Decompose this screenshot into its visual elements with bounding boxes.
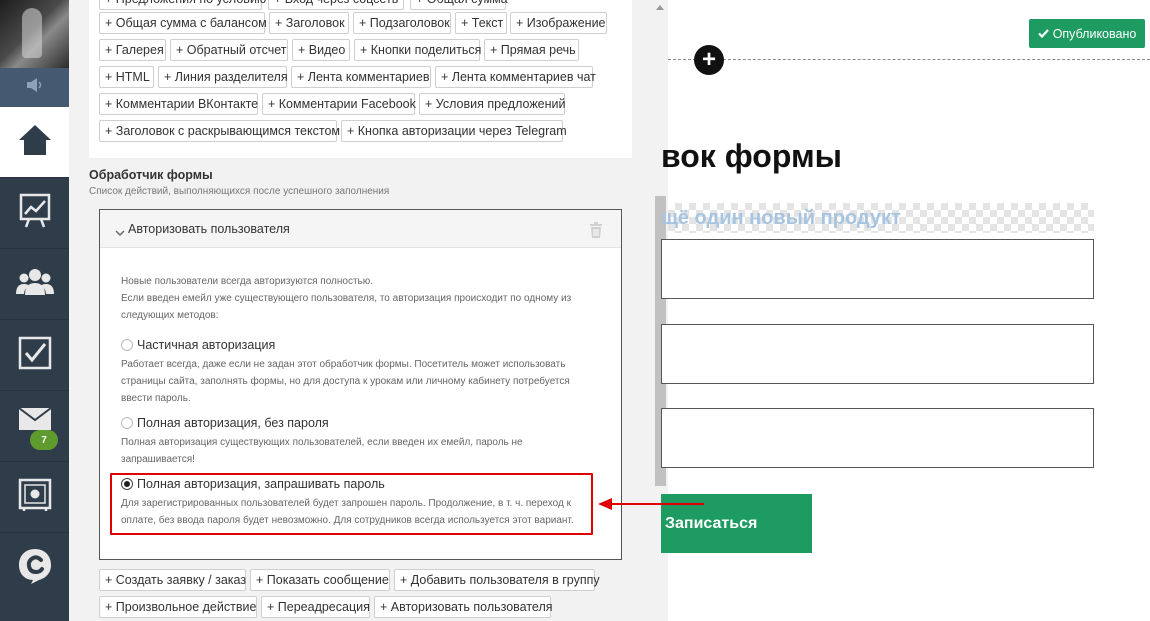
block-chip[interactable]: + Комментарии ВКонтакте	[99, 93, 258, 115]
chevron-down-icon[interactable]	[115, 224, 125, 242]
speaker-icon	[25, 77, 45, 98]
plus-icon: +	[701, 46, 716, 73]
section-divider	[668, 59, 1150, 60]
block-chip[interactable]: + Галерея	[99, 39, 166, 61]
submit-label: Записаться	[665, 514, 758, 532]
block-chip[interactable]: + Обратный отсчет	[170, 39, 288, 61]
auth-intro-text: Если введен емейл уже существующего поль…	[121, 293, 572, 304]
add-block-button[interactable]: +	[694, 45, 724, 75]
add-action-chip[interactable]: + Показать сообщение	[250, 569, 390, 591]
scroll-up-icon[interactable]	[656, 5, 664, 10]
trash-icon[interactable]	[589, 222, 603, 243]
sidebar-item-users[interactable]	[0, 249, 69, 320]
option-description: ввести пароль.	[121, 393, 191, 404]
home-icon	[17, 123, 53, 162]
auth-intro-text: Новые пользователи всегда авторизуются п…	[121, 276, 374, 287]
radio-button[interactable]	[121, 339, 133, 351]
notifications-toggle[interactable]	[0, 68, 69, 107]
product-name-text: щё один новый продукт	[661, 207, 901, 229]
selection-highlight	[110, 473, 593, 535]
option-description: запрашивается!	[121, 454, 195, 465]
block-chip[interactable]: + Кнопки поделиться	[354, 39, 481, 61]
block-chip[interactable]: + Линия разделителя	[158, 66, 288, 88]
checkbox-icon	[18, 336, 52, 375]
auth-option-no-password[interactable]: Полная авторизация, без пароля	[121, 416, 329, 430]
sidebar-item-tasks[interactable]	[0, 320, 69, 391]
users-icon	[15, 267, 54, 302]
form-handler-subtitle: Список действий, выполняющихся после усп…	[89, 186, 390, 197]
annotation-arrow-head	[598, 498, 612, 510]
block-chip[interactable]: + Лента комментариев чат	[435, 66, 596, 88]
block-chip[interactable]: + Комментарии Facebook	[262, 93, 416, 115]
form-input-field[interactable]	[661, 239, 1094, 299]
avatar[interactable]	[0, 0, 69, 68]
block-chip[interactable]: + Условия предложений	[419, 93, 566, 115]
checkmark-icon	[1037, 27, 1049, 41]
add-action-chip[interactable]: + Добавить пользователя в группу	[394, 569, 600, 591]
add-action-chip[interactable]: + Произвольное действие	[99, 596, 257, 618]
action-header[interactable]: Авторизовать пользователя	[100, 210, 621, 248]
block-chip[interactable]: + Видео	[292, 39, 350, 61]
add-action-chip[interactable]: + Переадресация	[261, 596, 370, 618]
block-chip[interactable]: + Заголовок	[269, 12, 349, 34]
option-label: Частичная авторизация	[137, 338, 276, 352]
form-heading: вок формы	[661, 138, 842, 174]
auth-option-partial[interactable]: Частичная авторизация	[121, 338, 275, 352]
published-status-button[interactable]: Опубликовано	[1029, 19, 1145, 48]
safe-icon	[18, 478, 52, 517]
block-chip[interactable]: + HTML	[99, 66, 154, 88]
block-chip[interactable]: + Прямая речь	[484, 39, 579, 61]
add-action-chip[interactable]: + Создать заявку / заказ	[99, 569, 246, 591]
block-chip[interactable]: + Предложения по условию	[99, 0, 266, 10]
annotation-arrow	[612, 503, 704, 505]
block-chip[interactable]: + Общая сумма	[410, 0, 508, 10]
left-sidebar: 7	[0, 0, 69, 621]
block-chip[interactable]: + Подзаголовок	[353, 12, 451, 34]
block-chip[interactable]: + Кнопка авторизации через Telegram	[341, 120, 567, 142]
sidebar-item-brand[interactable]	[0, 533, 69, 604]
option-description: Полная авторизация существующих пользова…	[121, 437, 523, 448]
sidebar-item-analytics[interactable]	[0, 178, 69, 249]
block-chip[interactable]: + Заголовок с раскрывающимся текстом	[99, 120, 340, 142]
sidebar-item-home[interactable]	[0, 107, 69, 178]
radio-button[interactable]	[121, 417, 133, 429]
option-label: Полная авторизация, без пароля	[137, 416, 329, 430]
published-label: Опубликовано	[1052, 26, 1137, 41]
chart-icon	[19, 193, 51, 234]
sidebar-item-messages[interactable]	[0, 391, 69, 462]
form-handler-title: Обработчик формы	[89, 168, 213, 182]
block-chip[interactable]: + Общая сумма с балансом	[99, 12, 267, 34]
messages-count-badge: 7	[30, 430, 58, 450]
block-chip[interactable]: + Лента комментариев	[291, 66, 431, 88]
form-input-field[interactable]	[661, 324, 1094, 384]
getcourse-logo-icon	[17, 547, 53, 590]
option-description: страницы сайта, заполнять формы, но для …	[121, 376, 570, 387]
action-title: Авторизовать пользователя	[128, 222, 290, 236]
option-description: Работает всегда, даже если не задан этот…	[121, 359, 566, 370]
block-chip[interactable]: + Текст	[455, 12, 507, 34]
form-input-field[interactable]	[661, 408, 1094, 468]
sidebar-item-settings[interactable]	[0, 462, 69, 533]
block-chip[interactable]: + Изображение	[510, 12, 607, 34]
auth-intro-text: следующих методов:	[121, 310, 219, 321]
block-chip[interactable]: + Вход через соцсеть	[268, 0, 404, 10]
add-action-chip[interactable]: + Авторизовать пользователя	[374, 596, 553, 618]
app-root: 7 + Предложения по условию + Вход через …	[0, 0, 1150, 621]
